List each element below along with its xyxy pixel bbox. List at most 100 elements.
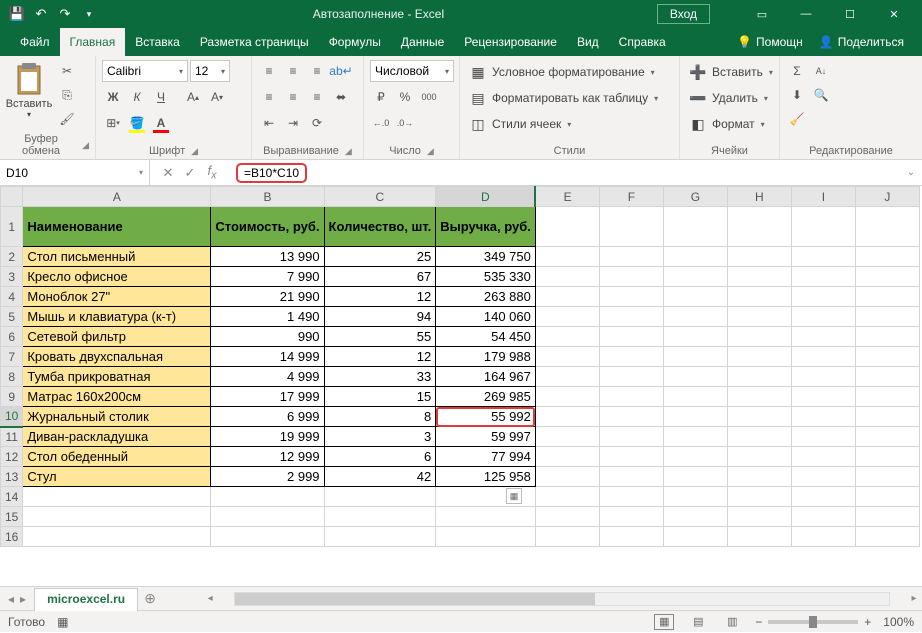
- wrap-text-icon[interactable]: ab↵: [330, 60, 352, 82]
- cell[interactable]: [535, 367, 599, 387]
- maximize-icon[interactable]: ☐: [828, 0, 872, 28]
- dialog-launcher-icon[interactable]: ◢: [427, 146, 434, 157]
- enter-formula-icon[interactable]: ✓: [180, 165, 200, 181]
- row-header[interactable]: 16: [1, 527, 23, 547]
- cell[interactable]: [535, 427, 599, 447]
- cell[interactable]: [727, 327, 791, 347]
- cell[interactable]: [791, 507, 855, 527]
- cell[interactable]: [791, 347, 855, 367]
- insert-function-icon[interactable]: fx: [202, 163, 222, 182]
- cell[interactable]: 164 967: [436, 367, 536, 387]
- cell[interactable]: [535, 447, 599, 467]
- cell[interactable]: 7 990: [211, 267, 324, 287]
- cell[interactable]: 12 999: [211, 447, 324, 467]
- cell[interactable]: 94: [324, 307, 436, 327]
- row-header[interactable]: 10: [1, 407, 23, 427]
- cell[interactable]: [599, 447, 663, 467]
- cell[interactable]: Количество, шт.: [324, 207, 436, 247]
- row-header[interactable]: 7: [1, 347, 23, 367]
- tab-data[interactable]: Данные: [391, 28, 454, 56]
- cell[interactable]: [663, 307, 727, 327]
- increase-indent-icon[interactable]: ⇥: [282, 112, 304, 134]
- cell[interactable]: [211, 507, 324, 527]
- cell[interactable]: [727, 527, 791, 547]
- cell[interactable]: [211, 527, 324, 547]
- cell[interactable]: [599, 247, 663, 267]
- cell[interactable]: Матрас 160х200см: [23, 387, 211, 407]
- cell[interactable]: 13 990: [211, 247, 324, 267]
- horizontal-scrollbar[interactable]: ◂ ▸: [162, 587, 922, 610]
- cell[interactable]: [324, 507, 436, 527]
- cell[interactable]: [791, 287, 855, 307]
- cell[interactable]: 77 994: [436, 447, 536, 467]
- grow-font-icon[interactable]: A▴: [182, 86, 204, 108]
- cell[interactable]: [535, 307, 599, 327]
- column-header[interactable]: F: [599, 187, 663, 207]
- share-button[interactable]: 👤Поделиться: [813, 35, 910, 49]
- cell[interactable]: 6 999: [211, 407, 324, 427]
- page-break-view-icon[interactable]: ▥: [721, 613, 743, 631]
- cell[interactable]: [23, 507, 211, 527]
- cancel-formula-icon[interactable]: ✕: [158, 165, 178, 181]
- copy-icon[interactable]: ⎘: [56, 84, 78, 106]
- cell[interactable]: 12: [324, 287, 436, 307]
- cell[interactable]: Выручка, руб.: [436, 207, 536, 247]
- cell[interactable]: 54 450: [436, 327, 536, 347]
- font-color-button[interactable]: A: [150, 112, 172, 134]
- cell[interactable]: [535, 467, 599, 487]
- cell[interactable]: [727, 367, 791, 387]
- dialog-launcher-icon[interactable]: ◢: [191, 146, 198, 157]
- undo-icon[interactable]: ↶: [30, 3, 52, 25]
- cell[interactable]: [599, 267, 663, 287]
- tab-formulas[interactable]: Формулы: [319, 28, 391, 56]
- cell[interactable]: 55: [324, 327, 436, 347]
- decrease-indent-icon[interactable]: ⇤: [258, 112, 280, 134]
- cell[interactable]: [727, 387, 791, 407]
- cell[interactable]: [791, 487, 855, 507]
- cell[interactable]: Наименование: [23, 207, 211, 247]
- sheet-tab[interactable]: microexcel.ru: [34, 588, 138, 611]
- cell[interactable]: 4 999: [211, 367, 324, 387]
- cell[interactable]: [727, 487, 791, 507]
- column-header[interactable]: A: [23, 187, 211, 207]
- cell[interactable]: 25: [324, 247, 436, 267]
- column-header[interactable]: C: [324, 187, 436, 207]
- column-header[interactable]: E: [535, 187, 599, 207]
- cell[interactable]: Кресло офисное: [23, 267, 211, 287]
- cell[interactable]: [727, 247, 791, 267]
- column-header[interactable]: D: [436, 187, 536, 207]
- cell[interactable]: [535, 267, 599, 287]
- cell[interactable]: [599, 327, 663, 347]
- cell[interactable]: [855, 327, 919, 347]
- fill-color-button[interactable]: 🪣: [126, 112, 148, 134]
- cell[interactable]: 14 999: [211, 347, 324, 367]
- autosum-icon[interactable]: Σ: [786, 60, 808, 82]
- column-header[interactable]: G: [663, 187, 727, 207]
- tab-insert[interactable]: Вставка: [125, 28, 190, 56]
- cell[interactable]: [855, 447, 919, 467]
- cell[interactable]: [436, 507, 536, 527]
- cell[interactable]: 17 999: [211, 387, 324, 407]
- merge-center-icon[interactable]: ⬌: [330, 86, 352, 108]
- dialog-launcher-icon[interactable]: ◢: [82, 140, 89, 151]
- align-top-icon[interactable]: ≡: [258, 60, 280, 82]
- cell[interactable]: [599, 347, 663, 367]
- cell[interactable]: [791, 527, 855, 547]
- new-sheet-button[interactable]: ⊕: [138, 587, 162, 610]
- sheet-nav-next-icon[interactable]: ▸: [20, 592, 26, 606]
- italic-button[interactable]: К: [126, 86, 148, 108]
- cell[interactable]: [791, 327, 855, 347]
- scroll-right-icon[interactable]: ▸: [906, 593, 922, 604]
- cell[interactable]: Сетевой фильтр: [23, 327, 211, 347]
- cell[interactable]: [855, 427, 919, 447]
- cell[interactable]: 2 999: [211, 467, 324, 487]
- cell[interactable]: [791, 427, 855, 447]
- row-header[interactable]: 1: [1, 207, 23, 247]
- scroll-left-icon[interactable]: ◂: [202, 593, 218, 604]
- cell-styles-button[interactable]: ◫Стили ячеек▾: [466, 112, 575, 136]
- ribbon-options-icon[interactable]: ▭: [740, 0, 784, 28]
- cell[interactable]: [791, 387, 855, 407]
- row-header[interactable]: 9: [1, 387, 23, 407]
- cell[interactable]: Мышь и клавиатура (к-т): [23, 307, 211, 327]
- cell[interactable]: 67: [324, 267, 436, 287]
